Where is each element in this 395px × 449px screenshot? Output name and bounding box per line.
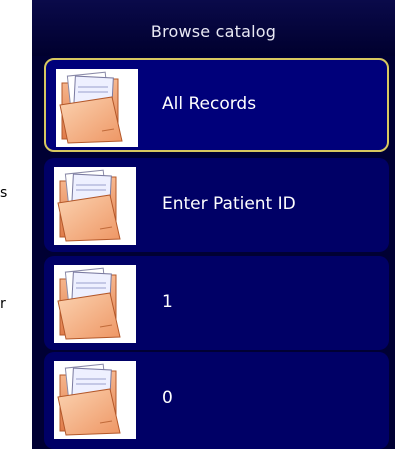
panel-header: Browse catalog [32,0,395,56]
catalog-item-enter-patient-id[interactable]: Enter Patient ID [44,158,389,252]
catalog-item-0[interactable]: 0 [44,352,389,449]
app-window: s r Browse catalog All Records Enter Pat… [0,0,395,449]
folder-icon [54,265,136,343]
folder-icon [56,69,138,147]
catalog-item-all-records[interactable]: All Records [44,58,389,152]
catalog-item-label: All Records [162,94,257,114]
folder-icon [54,361,136,439]
background-text-fragment: s [0,185,8,201]
catalog-item-label: 0 [162,388,173,408]
browse-catalog-panel: Browse catalog All Records Enter Patient… [32,0,395,449]
catalog-item-label: 1 [162,292,173,312]
background-text-fragment: r [0,296,6,312]
catalog-item-1[interactable]: 1 [44,256,389,350]
catalog-item-label: Enter Patient ID [162,194,296,214]
folder-icon [54,167,136,245]
panel-title: Browse catalog [150,22,277,41]
